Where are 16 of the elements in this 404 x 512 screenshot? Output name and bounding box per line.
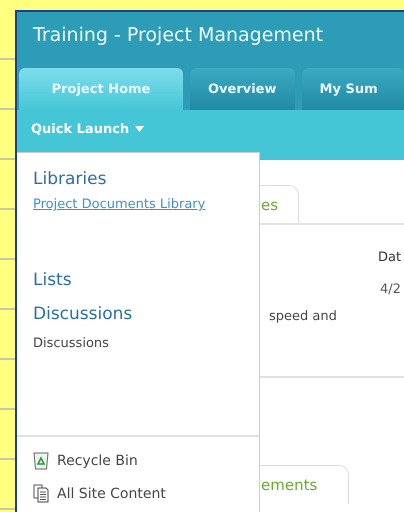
menu-link[interactable]: All Site Content bbox=[57, 486, 166, 502]
table-cell: 4/2 bbox=[380, 282, 401, 297]
caret-icon bbox=[135, 126, 144, 132]
menu-link[interactable]: Recycle Bin bbox=[57, 452, 138, 468]
column-header: Dat bbox=[378, 250, 402, 265]
menu-item[interactable]: Discussions bbox=[33, 336, 259, 351]
window-title: Training - Project Management bbox=[33, 24, 324, 46]
nav-tab[interactable]: Overview bbox=[190, 68, 295, 110]
quick-launch-button[interactable]: Quick Launch bbox=[31, 122, 144, 136]
recycle-bin-icon bbox=[33, 451, 49, 470]
menu-heading[interactable]: Lists bbox=[33, 270, 259, 290]
nav-tab[interactable]: My Sum bbox=[302, 68, 404, 110]
table-cell: speed and bbox=[269, 309, 337, 324]
menu-heading[interactable]: Discussions bbox=[33, 304, 259, 324]
menu-link[interactable]: Project Documents Library bbox=[33, 197, 213, 214]
documents-icon bbox=[33, 484, 49, 503]
